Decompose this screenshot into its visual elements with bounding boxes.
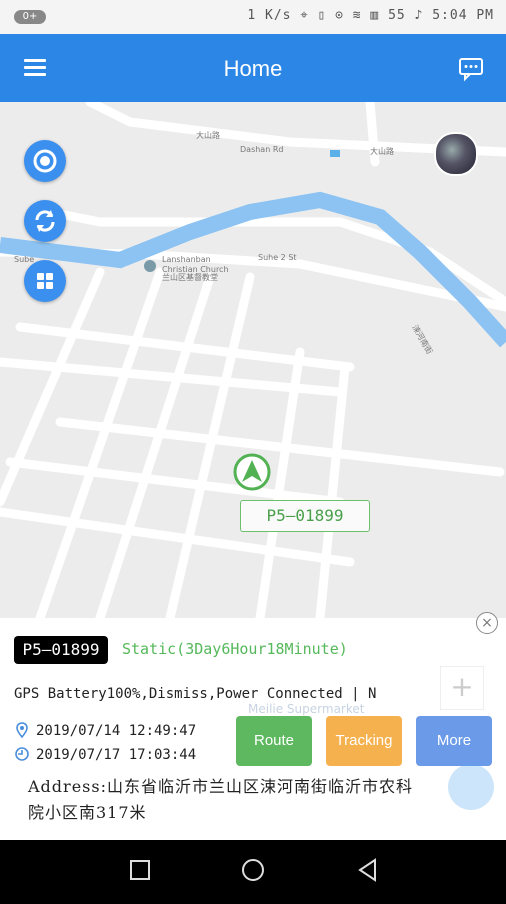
address-line: Address:山东省临沂市兰山区涑河南街临沂市农科 [28, 777, 413, 796]
page-title: Home [223, 56, 283, 81]
grid-button[interactable] [24, 260, 66, 302]
target-icon [33, 149, 57, 173]
route-button[interactable]: Route [236, 716, 312, 766]
avatar[interactable] [434, 132, 478, 176]
refresh-button[interactable] [24, 200, 66, 242]
locate-button[interactable] [24, 140, 66, 182]
map-label: 兰山区基督教堂 [162, 272, 218, 282]
map-label: Lanshanban [162, 255, 211, 264]
system-nav-bar [0, 840, 506, 900]
address-line: 院小区南317米 [28, 803, 147, 822]
recent-apps-icon[interactable] [130, 860, 150, 880]
address: Address:山东省临沂市兰山区涑河南街临沂市农科 院小区南317米 [28, 774, 488, 826]
bus-stop-icon [330, 150, 340, 157]
zoom-in-button[interactable]: + [440, 666, 484, 710]
device-info: GPS Battery100%,Dismiss,Power Connected … [14, 686, 377, 702]
map-label: Suhe 2 St [258, 253, 297, 262]
chat-icon[interactable] [458, 56, 484, 82]
map-view[interactable]: 大山路 Dashan Rd 大山路 Lanshanban Christian C… [0, 102, 506, 618]
home-icon[interactable] [242, 859, 264, 881]
vehicle-status: Static(3Day6Hour18Minute) [122, 640, 348, 658]
map-label: 涑河南街 [410, 323, 435, 356]
close-button[interactable]: × [476, 612, 498, 634]
vehicle-info-panel: P5—01899 Static(3Day6Hour18Minute) × + G… [0, 612, 506, 840]
status-right: 1 K/s ⌖ ▯ ⊙ ≋ ▥ 55 ♪ 5:04 PM [247, 8, 494, 23]
grid-icon [37, 273, 53, 289]
gps-time: 2019/07/14 12:49:47 [14, 722, 196, 739]
update-time: 2019/07/17 17:03:44 [14, 746, 196, 763]
plate-number: P5—01899 [14, 636, 108, 664]
map-label: Dashan Rd [240, 145, 283, 154]
back-icon[interactable] [358, 858, 376, 882]
refresh-icon [35, 210, 55, 232]
tracking-button[interactable]: Tracking [326, 716, 402, 766]
satellite-icon [15, 747, 29, 761]
map-canvas: 大山路 Dashan Rd 大山路 Lanshanban Christian C… [0, 102, 506, 618]
notification-badge: 0+ [14, 10, 46, 24]
more-button[interactable]: More [416, 716, 492, 766]
map-label: 大山路 [370, 146, 394, 156]
app-bar: Home [0, 34, 506, 102]
location-pin-icon [16, 722, 28, 739]
vehicle-marker-label[interactable]: P5—01899 [240, 500, 370, 532]
church-poi-icon[interactable] [144, 260, 156, 272]
status-bar: 0+ 1 K/s ⌖ ▯ ⊙ ≋ ▥ 55 ♪ 5:04 PM [0, 0, 506, 34]
map-label: 大山路 [196, 130, 220, 140]
